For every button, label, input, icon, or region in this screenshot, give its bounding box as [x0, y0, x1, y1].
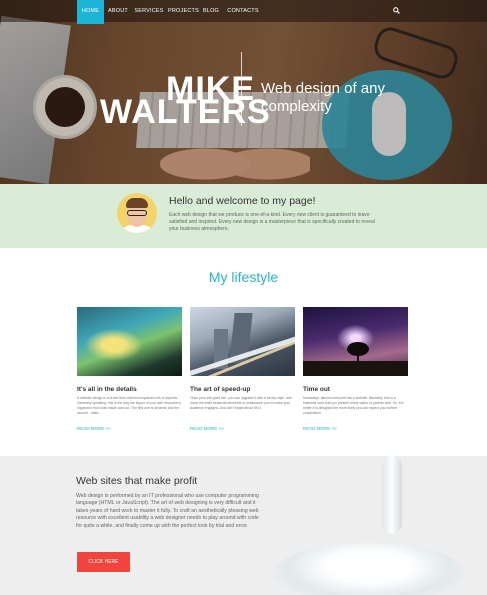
card-title-time-out: Time out [303, 386, 330, 393]
card-image-wave[interactable] [77, 307, 182, 376]
nav-projects[interactable]: PROJECTS [168, 0, 199, 22]
click-here-button[interactable]: CLICK HERE [77, 552, 130, 572]
nav-home[interactable]: HOME [77, 0, 104, 24]
top-navigation: HOME ABOUT SERVICES PROJECTS BLOG CONTAC… [0, 0, 487, 24]
read-more-link-time-out[interactable]: READ MORE >> [303, 426, 337, 431]
lifestyle-title: My lifestyle [208, 269, 279, 285]
search-icon[interactable] [393, 7, 400, 14]
welcome-title: Hello and welcome to my page! [169, 195, 316, 207]
card-text-details: A website design is a broad term that en… [77, 396, 181, 415]
card-image-night-sky[interactable] [303, 307, 408, 376]
nav-services[interactable]: SERVICES [134, 0, 164, 22]
read-more-link-speed-up[interactable]: READ MORE >> [190, 426, 224, 431]
profit-text: Web design is performed by an IT profess… [76, 493, 259, 529]
nav-contacts[interactable]: CONTACTS [226, 0, 260, 22]
card-title-details: It's all in the details [77, 386, 137, 393]
card-title-speed-up: The art of speed-up [190, 386, 251, 393]
water-drop-image [382, 456, 402, 534]
hero-tagline: Web design of any complexity [261, 80, 385, 115]
card-text-time-out: Nowadays, almost everyone has a website.… [303, 396, 404, 415]
hero-last-name: WALTERS [100, 93, 271, 131]
welcome-text: Each web design that we produce is one-o… [169, 212, 375, 233]
nav-blog[interactable]: BLOG [201, 0, 221, 22]
card-text-speed-up: Once your site goes live, you can upgrad… [190, 396, 292, 410]
avatar [117, 193, 157, 233]
read-more-link-details[interactable]: READ MORE >> [77, 426, 111, 431]
card-image-city[interactable] [190, 307, 295, 376]
water-splash-image [274, 543, 464, 595]
hero-divider [241, 52, 242, 126]
nav-about[interactable]: ABOUT [106, 0, 130, 22]
profit-title: Web sites that make profit [76, 475, 198, 487]
